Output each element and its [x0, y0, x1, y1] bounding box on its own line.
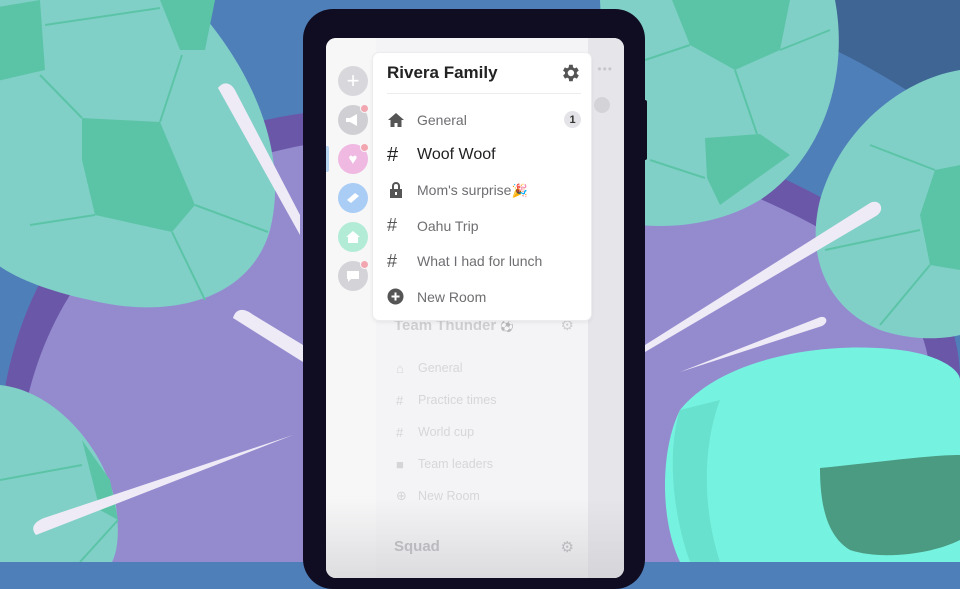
active-server-indicator: [326, 146, 329, 172]
server-book[interactable]: [338, 183, 368, 213]
room-label: New Room: [417, 288, 487, 305]
unread-dot: [360, 143, 369, 152]
server-name: Rivera Family: [387, 63, 498, 82]
heart-icon: ♥: [348, 150, 358, 168]
unread-dot: [360, 104, 369, 113]
server-team-thunder: Team Thunder ⚽ ⚙ ⌂ General # Practice time…: [384, 310, 584, 512]
new-room-button[interactable]: New Room: [373, 279, 591, 314]
unread-dot: [360, 260, 369, 269]
phone-side-button: [639, 100, 647, 160]
server-heart[interactable]: ♥: [338, 143, 369, 174]
home-icon: [387, 112, 417, 128]
home-icon: [346, 231, 360, 243]
room-woof-woof[interactable]: # Woof Woof: [373, 137, 591, 172]
hash-icon: #: [387, 143, 399, 166]
server-rail: + ♥: [326, 38, 376, 578]
active-server-card: Rivera Family General 1 # Woof Woof Mom'…: [373, 53, 591, 320]
more-icon[interactable]: •••: [597, 62, 613, 76]
party-popper-icon: 🎉: [511, 182, 528, 198]
server-header: Rivera Family: [387, 53, 581, 94]
room-item[interactable]: ■ Team leaders: [384, 448, 584, 480]
room-label: Mom's surprise: [417, 181, 512, 198]
room-item[interactable]: # World cup: [384, 416, 584, 448]
room-moms-surprise[interactable]: Mom's surprise🎉: [373, 173, 591, 208]
server-megaphone[interactable]: [338, 104, 369, 135]
unread-badge: 1: [564, 111, 581, 129]
room-oahu-trip[interactable]: # Oahu Trip: [373, 208, 591, 243]
hash-icon: #: [387, 250, 398, 271]
scroll-fade: [326, 498, 624, 578]
plus-icon: +: [346, 68, 360, 93]
hash-icon: #: [387, 215, 398, 236]
chat-icon: [347, 271, 359, 282]
hash-icon: #: [396, 424, 404, 440]
room-label: World cup: [418, 425, 475, 439]
room-label: What I had for lunch: [417, 253, 543, 270]
chat-panel-edge: •••: [588, 38, 624, 578]
lock-icon: [387, 181, 417, 199]
home-icon: ⌂: [396, 360, 404, 376]
avatar[interactable]: [594, 97, 610, 113]
room-lunch[interactable]: # What I had for lunch: [373, 244, 591, 279]
gear-icon[interactable]: [559, 62, 581, 84]
room-label: Practice times: [418, 393, 497, 407]
server-add[interactable]: +: [338, 66, 368, 96]
room-item[interactable]: ⌂ General: [384, 352, 584, 384]
hash-icon: #: [396, 392, 404, 408]
room-label: Woof Woof: [417, 146, 496, 164]
server-home[interactable]: [338, 222, 368, 252]
room-label: Team leaders: [418, 457, 494, 471]
lock-icon: ■: [396, 456, 404, 472]
room-label: General: [418, 361, 463, 375]
room-label: Oahu Trip: [417, 217, 479, 234]
plus-circle-icon: [387, 288, 417, 305]
megaphone-icon: [346, 114, 357, 126]
soccer-emoji-icon: ⚽: [500, 320, 515, 333]
room-label: General: [417, 111, 467, 128]
book-icon: [347, 193, 359, 203]
room-item[interactable]: # Practice times: [384, 384, 584, 416]
room-general[interactable]: General 1: [373, 102, 591, 137]
server-chat[interactable]: [338, 260, 369, 291]
